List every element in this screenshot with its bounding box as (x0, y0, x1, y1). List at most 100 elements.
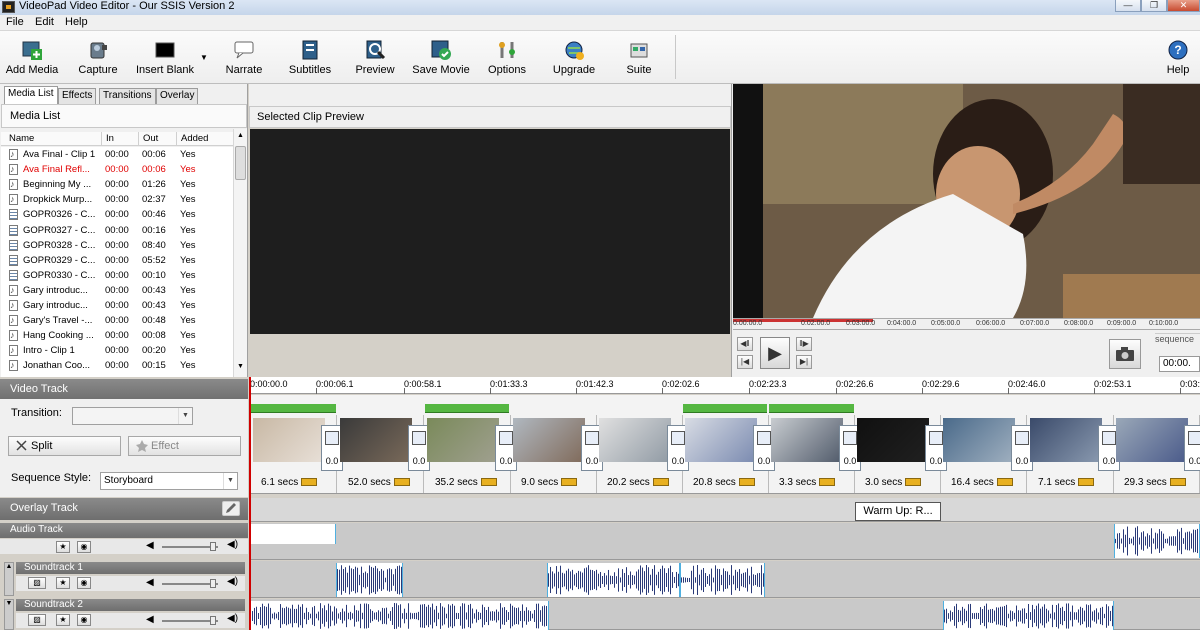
volume-knob[interactable] (210, 542, 216, 551)
media-in: 00:00 (105, 300, 129, 311)
audio-file-icon (9, 360, 18, 372)
window-title: VideoPad Video Editor - Our SSIS Version… (19, 0, 235, 12)
media-list-scrollbar[interactable]: ▲ ▼ (233, 129, 247, 377)
play-button[interactable]: ▶ (760, 337, 790, 369)
next-frame-button[interactable]: ‖▶ (796, 337, 812, 351)
sequence-preview-video[interactable] (733, 84, 1200, 318)
edit-overlay-button[interactable] (222, 501, 240, 516)
maximize-button[interactable]: ❐ (1141, 0, 1167, 12)
timeline-tick (1180, 388, 1181, 394)
media-list-row[interactable]: GOPR0327 - C... 00:00 00:16 Yes (1, 223, 233, 238)
media-in: 00:00 (105, 164, 129, 176)
solo-icon[interactable]: ◉ (77, 614, 91, 626)
save-movie-button[interactable]: Save Movie (410, 33, 472, 81)
media-list-row[interactable]: Dropkick Murp... 00:00 02:37 Yes (1, 192, 233, 207)
media-list-row[interactable]: Hang Cooking ... 00:00 00:08 Yes (1, 328, 233, 343)
media-list-row[interactable]: Gary introduc... 00:00 00:43 Yes (1, 283, 233, 298)
column-out[interactable]: Out (143, 133, 158, 144)
timeline-tick (836, 388, 837, 394)
insert-blank-button[interactable]: Insert Blank (134, 33, 196, 81)
upgrade-button[interactable]: Upgrade (548, 33, 600, 81)
soundtrack2-lane[interactable] (249, 599, 1200, 630)
video-track-lane[interactable] (249, 395, 1200, 494)
solo-icon[interactable]: ◉ (77, 577, 91, 589)
star-icon[interactable]: ★ (56, 541, 70, 553)
volume-knob[interactable] (210, 616, 216, 625)
transition-select[interactable]: ▼ (72, 407, 193, 425)
help-button[interactable]: ? Help (1162, 33, 1194, 81)
fx-icon[interactable]: ▨ (28, 614, 46, 626)
media-list-row[interactable]: GOPR0330 - C... 00:00 00:10 Yes (1, 268, 233, 283)
fx-icon[interactable]: ▨ (28, 577, 46, 589)
media-list-row[interactable]: Gary's Travel -... 00:00 00:48 Yes (1, 313, 233, 328)
effect-button[interactable]: Effect (128, 436, 241, 456)
timeline-ruler[interactable]: 0:00:00.0 0:00:06.1 0:00:58.1 0:01:33.3 0:01… (249, 377, 1200, 394)
menu-edit[interactable]: Edit (35, 16, 54, 29)
media-list-row[interactable]: Ava Final - Clip 1 00:00 00:06 Yes (1, 147, 233, 162)
media-out: 00:20 (142, 345, 166, 357)
media-list-row[interactable]: Jonathan Coo... 00:00 00:15 Yes (1, 358, 233, 373)
volume-high-icon: ◀) (227, 576, 239, 587)
go-end-button[interactable]: ▶| (796, 355, 812, 369)
media-list-row[interactable]: Ava Final Refl... 00:00 00:06 Yes (1, 162, 233, 177)
media-list-row[interactable]: Beginning My ... 00:00 01:26 Yes (1, 177, 233, 192)
media-name: GOPR0326 - C... (23, 209, 96, 221)
video-file-icon (9, 239, 18, 251)
tab-effects[interactable]: Effects (58, 88, 97, 104)
collapse-icon[interactable]: ▲ (4, 562, 14, 596)
tab-media-list[interactable]: Media List (4, 86, 58, 104)
media-out: 00:10 (142, 269, 166, 281)
menu-file[interactable]: File (6, 16, 24, 29)
media-list-row[interactable]: Intro - Clip 1 00:00 00:20 Yes (1, 343, 233, 358)
timeline-tick (1094, 388, 1095, 394)
suite-button[interactable]: Suite (616, 33, 662, 81)
capture-icon (87, 39, 109, 61)
column-in[interactable]: In (106, 133, 114, 144)
sequence-style-select[interactable]: Storyboard ▼ (100, 472, 238, 490)
prev-frame-button[interactable]: ◀‖ (737, 337, 753, 351)
media-list-row[interactable]: GOPR0328 - C... 00:00 08:40 Yes (1, 238, 233, 253)
close-button[interactable]: ✕ (1167, 0, 1200, 12)
solo-icon[interactable]: ◉ (77, 541, 91, 553)
options-button[interactable]: Options (484, 33, 530, 81)
split-button[interactable]: Split (8, 436, 121, 456)
sequence-ruler-label: 0:06:00.0 (976, 320, 1006, 327)
tab-overlay[interactable]: Overlay (156, 88, 199, 104)
narrate-button[interactable]: Narrate (220, 33, 268, 81)
media-list-row[interactable]: GOPR0329 - C... 00:00 05:52 Yes (1, 253, 233, 268)
volume-knob[interactable] (210, 579, 216, 588)
clip-preview-area[interactable] (250, 129, 730, 334)
media-name: GOPR0330 - C... (23, 269, 96, 281)
column-added[interactable]: Added (181, 133, 208, 144)
star-icon[interactable]: ★ (56, 577, 70, 589)
minimize-button[interactable]: — (1115, 0, 1141, 12)
scroll-thumb[interactable] (235, 146, 246, 180)
menu-help[interactable]: Help (65, 16, 88, 29)
tab-transitions[interactable]: Transitions (99, 88, 156, 104)
media-name: Ava Final Refl... (23, 164, 90, 176)
media-list-row[interactable]: GOPR0326 - C... 00:00 00:46 Yes (1, 207, 233, 222)
insert-blank-dropdown-icon[interactable]: ▼ (200, 53, 208, 62)
soundtrack1-lane[interactable] (249, 561, 1200, 598)
preview-button[interactable]: Preview (350, 33, 400, 81)
timeline-ruler-label: 0:02:53.1 (1094, 379, 1132, 389)
sequence-tab[interactable]: sequence (1155, 333, 1200, 347)
subtitles-button[interactable]: Subtitles (283, 33, 337, 81)
volume-low-icon: ◀ (146, 614, 154, 625)
capture-button[interactable]: Capture (72, 33, 124, 81)
sequence-preview-ruler[interactable]: 0:00:00.0 0:02:00.0 0:03:00.0 0:04:00.0 0:05… (733, 318, 1200, 330)
snapshot-button[interactable] (1109, 339, 1141, 369)
audio-track-lane[interactable] (249, 523, 1200, 560)
overlay-clip[interactable]: Warm Up: R... (855, 502, 941, 521)
go-start-button[interactable]: |◀ (737, 355, 753, 369)
scroll-up-icon[interactable]: ▲ (235, 130, 246, 141)
audio-file-icon (9, 164, 18, 176)
add-media-button[interactable]: Add Media (2, 33, 62, 81)
column-name[interactable]: Name (9, 133, 34, 144)
collapse-icon[interactable]: ▼ (4, 599, 14, 630)
star-icon[interactable]: ★ (56, 614, 70, 626)
overlay-track-lane[interactable] (249, 498, 1200, 522)
playhead[interactable] (249, 377, 251, 630)
media-list-row[interactable]: Gary introduc... 00:00 00:43 Yes (1, 298, 233, 313)
scroll-down-icon[interactable]: ▼ (235, 361, 246, 372)
